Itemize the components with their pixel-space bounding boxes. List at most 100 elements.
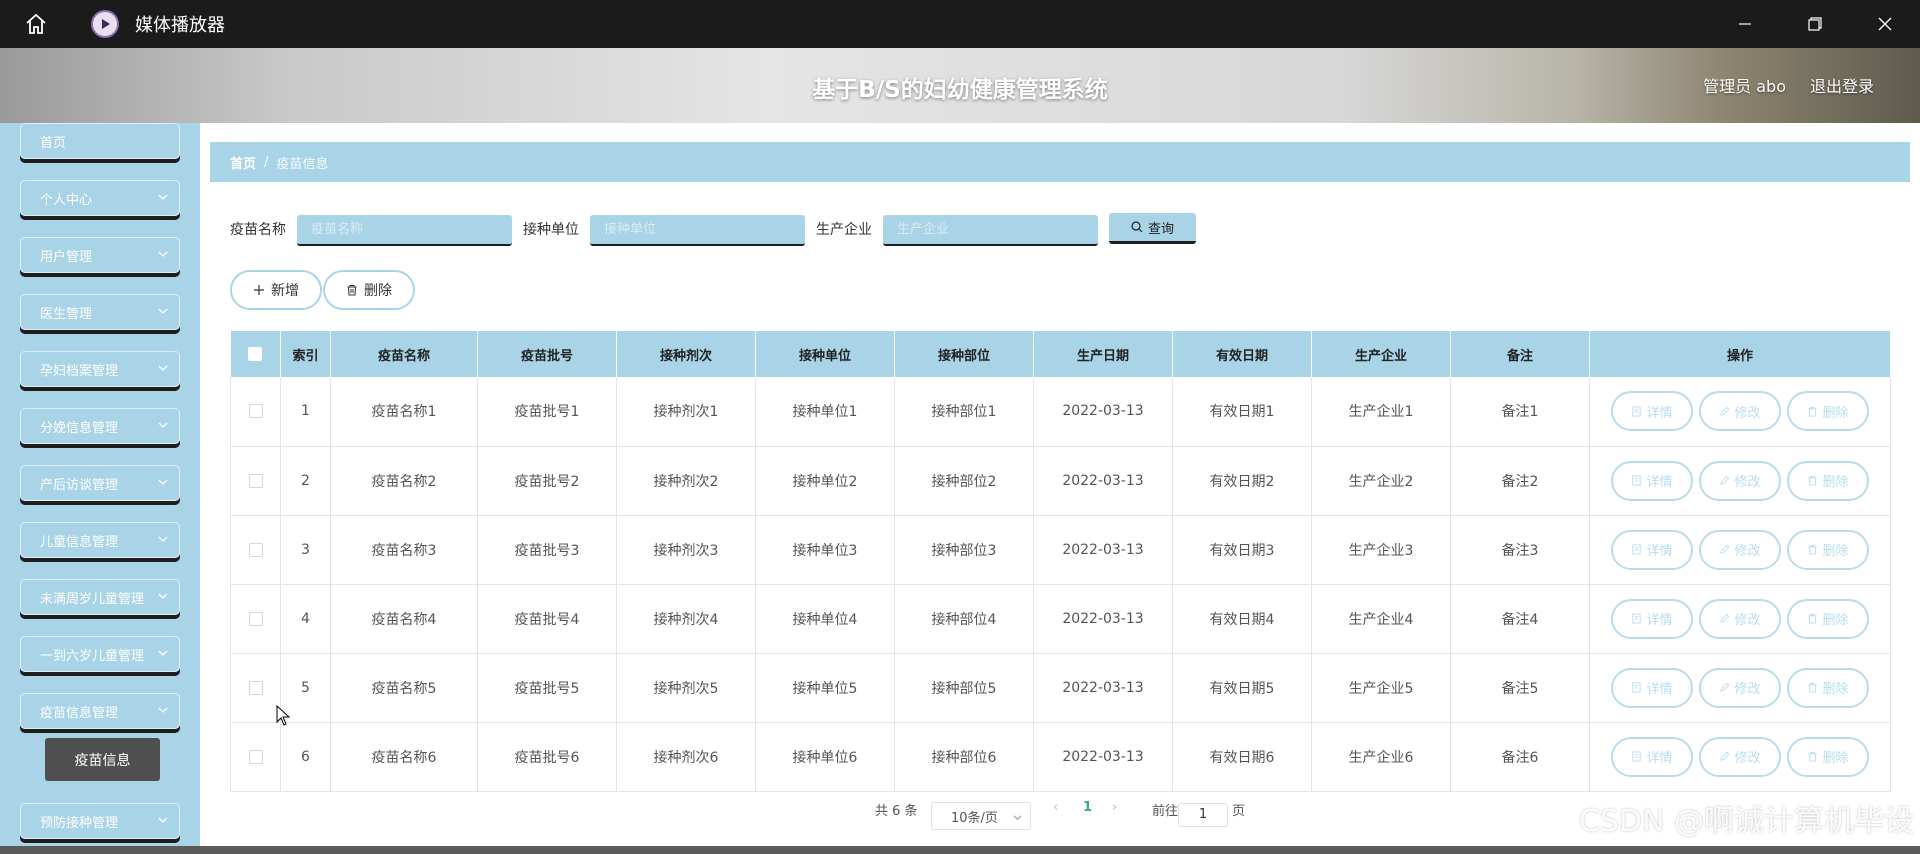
edit-button[interactable]: 修改 (1699, 736, 1781, 777)
table-cell: 接种单位5 (755, 653, 895, 723)
column-header: 接种部位 (894, 331, 1034, 377)
vaccine-table: 索引 疫苗名称 疫苗批号 接种剂次 接种单位 接种部位 生产日期 有效日期 生产… (230, 331, 1891, 792)
logout-link[interactable]: 退出登录 (1810, 73, 1874, 97)
row-checkbox[interactable] (248, 473, 263, 488)
edit-button[interactable]: 修改 (1699, 391, 1781, 432)
delete-button[interactable]: 删除 (1787, 598, 1869, 639)
breadcrumb-home[interactable]: 首页 (230, 153, 256, 172)
row-checkbox[interactable] (248, 611, 263, 626)
sidebar-item-label: 首页 (40, 135, 67, 151)
table-cell: 疫苗名称5 (330, 653, 478, 723)
sidebar-item-personal-center[interactable]: 个人中心 (20, 180, 180, 216)
sidebar-item-child-info[interactable]: 儿童信息管理 (20, 522, 180, 558)
sidebar-item-user-management[interactable]: 用户管理 (20, 237, 180, 273)
row-checkbox[interactable] (248, 749, 263, 764)
page-number-active[interactable]: 1 (1083, 800, 1092, 815)
trash-icon (1808, 544, 1818, 555)
table-cell: 接种单位6 (755, 722, 895, 792)
table-cell: 6 (280, 722, 331, 792)
chevron-down-icon (158, 593, 168, 599)
row-actions-cell: 详情 修改 删除 (1589, 584, 1891, 654)
edit-label: 修改 (1734, 751, 1761, 766)
page-size-select[interactable]: 10条/页 (931, 802, 1031, 830)
table-cell: 接种部位4 (894, 584, 1034, 654)
minimize-button[interactable] (1710, 0, 1780, 48)
edit-icon (1720, 475, 1730, 485)
delete-button[interactable]: 删除 (1787, 391, 1869, 432)
home-icon[interactable] (21, 9, 51, 39)
table-row: 4 疫苗名称4 疫苗批号4 接种剂次4 接种单位4 接种部位4 2022-03-13 有效日期… (230, 584, 1891, 654)
edit-label: 修改 (1734, 544, 1761, 559)
prev-page-icon[interactable]: ‹ (1053, 800, 1058, 815)
close-button[interactable] (1850, 0, 1920, 48)
sidebar-item-vaccine-management[interactable]: 疫苗信息管理 (20, 693, 180, 729)
edit-label: 修改 (1734, 682, 1761, 697)
search-button-label: 查询 (1147, 221, 1174, 237)
edit-button[interactable]: 修改 (1699, 667, 1781, 708)
vaccination-unit-input[interactable] (590, 215, 805, 246)
column-header: 接种单位 (755, 331, 895, 377)
delete-button[interactable]: 删除 (1787, 460, 1869, 501)
bulk-delete-button[interactable]: 删除 (323, 270, 415, 310)
row-actions-cell: 详情 修改 删除 (1589, 377, 1891, 447)
vaccine-name-input[interactable] (297, 215, 512, 246)
delete-button[interactable]: 删除 (1787, 529, 1869, 570)
detail-button[interactable]: 详情 (1611, 667, 1693, 708)
sidebar-subitem-vaccine-info[interactable]: 疫苗信息 (45, 738, 160, 781)
detail-button[interactable]: 详情 (1611, 391, 1693, 432)
sidebar-item-infant-management[interactable]: 未满周岁儿童管理 (20, 579, 180, 615)
sidebar-item-child-1-6-management[interactable]: 一到六岁儿童管理 (20, 636, 180, 672)
edit-icon (1720, 682, 1730, 692)
table-cell: 2022-03-13 (1033, 653, 1173, 723)
detail-button[interactable]: 详情 (1611, 529, 1693, 570)
edit-button[interactable]: 修改 (1699, 460, 1781, 501)
detail-button[interactable]: 详情 (1611, 736, 1693, 777)
sidebar-item-home[interactable]: 首页 (20, 123, 180, 159)
detail-label: 详情 (1646, 405, 1673, 421)
edit-button[interactable]: 修改 (1699, 529, 1781, 570)
delete-button[interactable]: 删除 (1787, 667, 1869, 708)
select-all-checkbox[interactable] (248, 347, 263, 361)
manufacturer-label: 生产企业 (816, 222, 872, 238)
table-cell: 1 (280, 377, 331, 447)
sidebar-item-doctor-management[interactable]: 医生管理 (20, 294, 180, 330)
row-checkbox[interactable] (248, 680, 263, 695)
delete-button[interactable]: 删除 (1787, 736, 1869, 777)
table-cell: 生产企业4 (1311, 584, 1451, 654)
column-header: 索引 (280, 331, 331, 377)
detail-button[interactable]: 详情 (1611, 598, 1693, 639)
sidebar-item-postpartum-visits[interactable]: 产后访谈管理 (20, 465, 180, 501)
trash-icon (347, 285, 357, 296)
sidebar-item-label: 分娩信息管理 (40, 420, 119, 436)
detail-label: 详情 (1646, 613, 1673, 628)
row-checkbox[interactable] (248, 404, 263, 419)
add-button[interactable]: 新增 (230, 270, 322, 310)
row-select-cell (230, 584, 281, 654)
detail-button[interactable]: 详情 (1611, 460, 1693, 501)
table-cell: 接种剂次2 (616, 446, 756, 516)
edit-button[interactable]: 修改 (1699, 598, 1781, 639)
manufacturer-input[interactable] (883, 215, 1098, 246)
chevron-down-icon (158, 308, 168, 314)
sidebar-item-vaccination-management[interactable]: 预防接种管理 (20, 803, 180, 839)
goto-page-input[interactable]: 1 (1178, 803, 1228, 827)
sidebar-item-label: 儿童信息管理 (40, 534, 119, 550)
table-cell: 疫苗批号6 (477, 722, 617, 792)
row-actions-cell: 详情 修改 删除 (1589, 722, 1891, 792)
table-cell: 接种单位3 (755, 515, 895, 585)
sidebar-item-pregnancy-records[interactable]: 孕妇档案管理 (20, 351, 180, 387)
table-cell: 接种部位6 (894, 722, 1034, 792)
chevron-down-icon (158, 817, 168, 823)
table-cell: 接种单位2 (755, 446, 895, 516)
trash-icon (1808, 406, 1818, 417)
breadcrumb: 首页 / 疫苗信息 (210, 142, 1910, 182)
row-select-cell (230, 446, 281, 516)
next-page-icon[interactable]: › (1112, 800, 1117, 815)
search-button[interactable]: 查询 (1109, 213, 1196, 244)
restore-button[interactable] (1780, 0, 1850, 48)
sidebar-item-delivery-info[interactable]: 分娩信息管理 (20, 408, 180, 444)
table-cell: 备注4 (1450, 584, 1590, 654)
table-cell: 有效日期2 (1172, 446, 1312, 516)
row-checkbox[interactable] (248, 542, 263, 557)
trash-icon (1808, 751, 1818, 762)
